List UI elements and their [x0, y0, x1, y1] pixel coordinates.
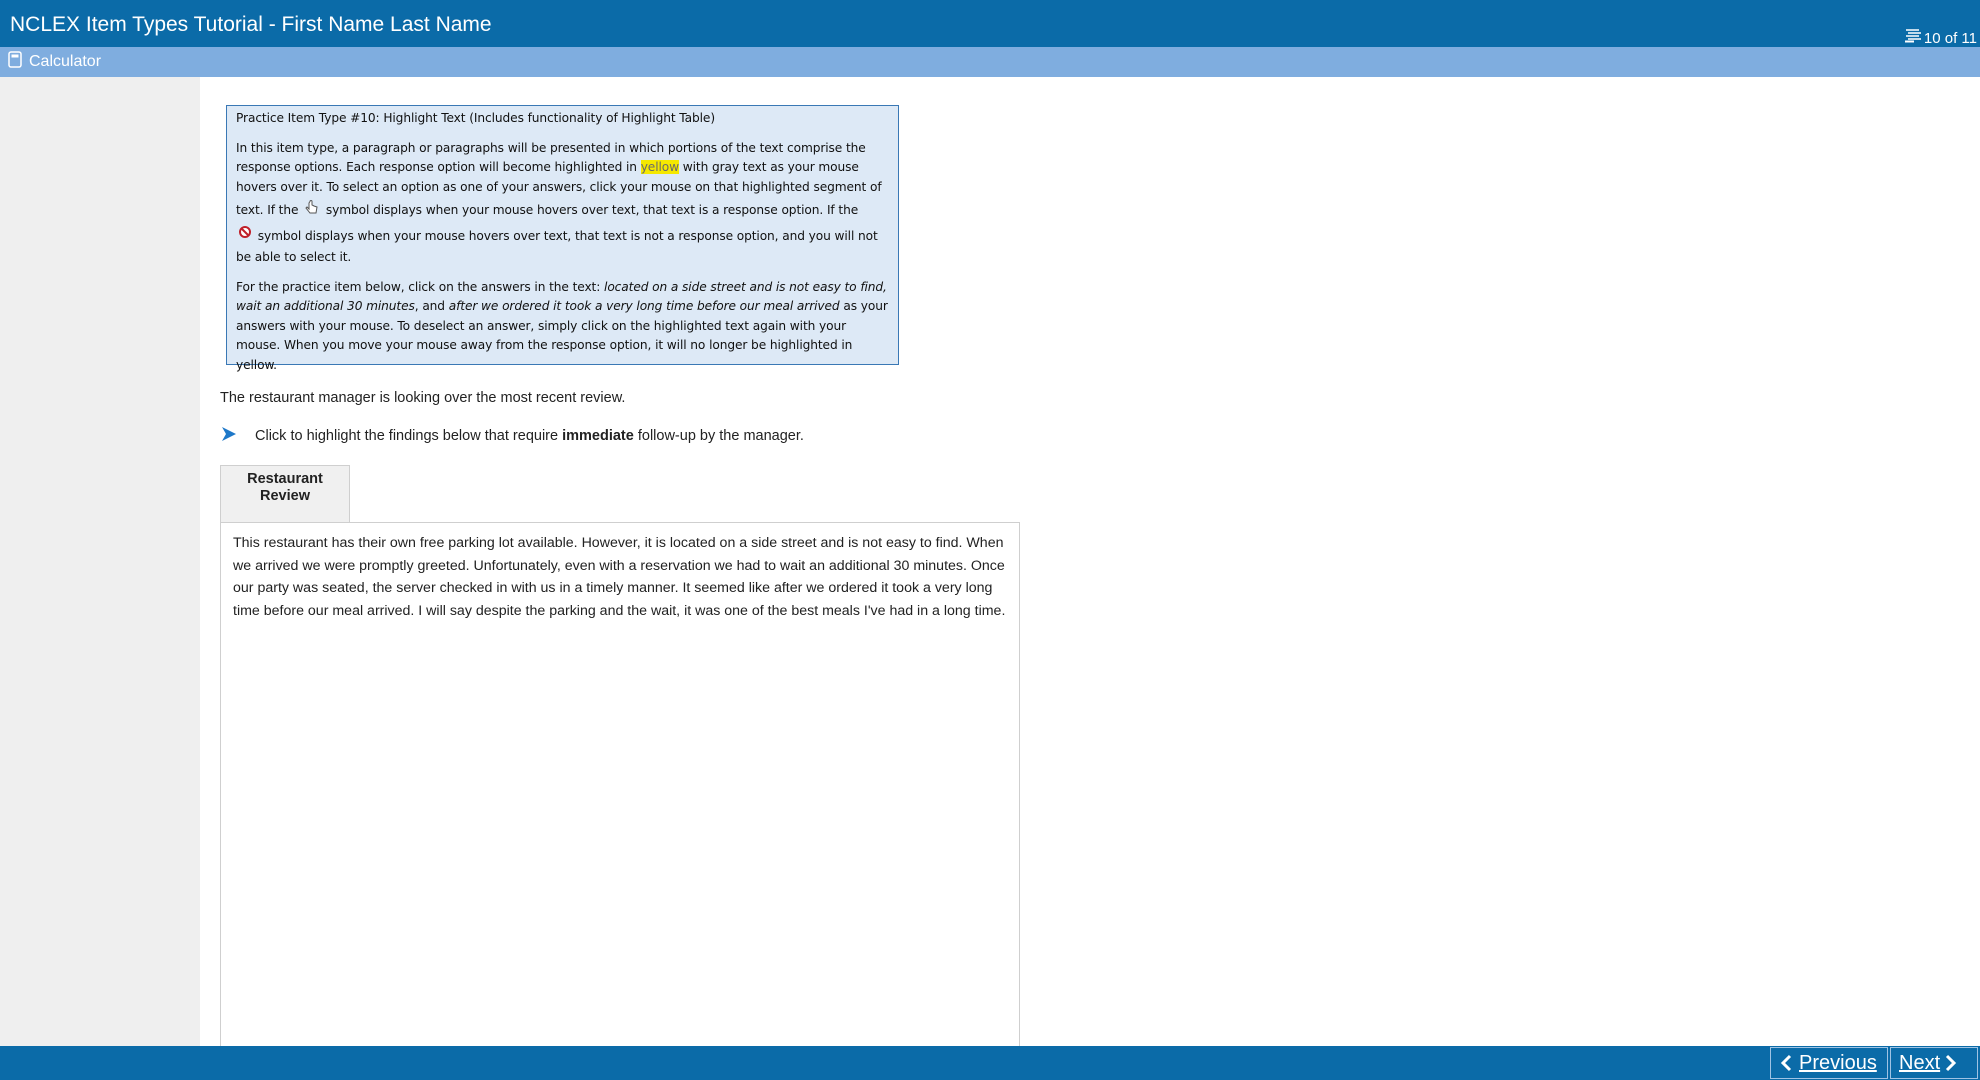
- progress-indicator: 10 of 11: [1904, 29, 1977, 47]
- chevron-left-icon: [1779, 1054, 1793, 1072]
- previous-button[interactable]: Previous: [1770, 1047, 1888, 1079]
- footer-bar: Previous Next: [0, 1046, 1980, 1080]
- next-button[interactable]: Next: [1890, 1047, 1978, 1079]
- instructions-text: For the practice item below, click on th…: [236, 279, 605, 294]
- previous-label: Previous: [1799, 1051, 1877, 1074]
- instructions-text: , and: [414, 299, 449, 313]
- calculator-icon: [8, 51, 22, 73]
- left-pane: [0, 77, 200, 1046]
- tab-restaurant-review[interactable]: Restaurant Review: [220, 465, 350, 523]
- instructions-paragraph-2: For the practice item below, click on th…: [236, 278, 889, 376]
- question-stem: The restaurant manager is looking over t…: [220, 390, 626, 406]
- prompt-part: Click to highlight the findings below th…: [255, 428, 563, 444]
- hand-pointer-icon: [302, 197, 322, 224]
- review-panel: This restaurant has their own free parki…: [220, 522, 1020, 1046]
- prompt-emphasis: immediate: [562, 428, 634, 444]
- instructions-paragraph-1: In this item type, a paragraph or paragr…: [236, 139, 889, 268]
- question-prompt: Click to highlight the findings below th…: [221, 426, 804, 446]
- tab-label-line-2: Review: [260, 488, 310, 504]
- toolbar: Calculator: [0, 47, 1980, 77]
- progress-text: 10 of 11: [1923, 29, 1977, 47]
- yellow-highlight-sample: yellow: [640, 160, 679, 174]
- calculator-button[interactable]: Calculator: [8, 51, 102, 73]
- review-text[interactable]: This restaurant has their own free parki…: [233, 532, 1007, 622]
- question-list-icon: [1904, 29, 1922, 47]
- prompt-part: follow-up by the manager.: [633, 428, 804, 444]
- chevron-right-icon: [1944, 1054, 1958, 1072]
- instructions-box: Practice Item Type #10: Highlight Text (…: [226, 105, 899, 372]
- instructions-title: Practice Item Type #10: Highlight Text (…: [236, 111, 715, 125]
- instructions-text: symbol displays when your mouse hovers o…: [236, 228, 878, 264]
- instructions-italic-answer: after we ordered it took a very long tim…: [448, 299, 840, 313]
- header-bar: NCLEX Item Types Tutorial - First Name L…: [0, 0, 1980, 47]
- not-allowed-icon: [236, 224, 254, 249]
- calculator-label: Calculator: [29, 53, 102, 70]
- next-label: Next: [1899, 1051, 1941, 1074]
- instructions-text: symbol displays when your mouse hovers o…: [322, 202, 859, 217]
- prompt-text: Click to highlight the findings below th…: [255, 428, 804, 444]
- arrow-pointer-icon: [221, 426, 237, 446]
- page-title: NCLEX Item Types Tutorial - First Name L…: [10, 13, 492, 36]
- tab-label-line-1: Restaurant: [247, 471, 323, 487]
